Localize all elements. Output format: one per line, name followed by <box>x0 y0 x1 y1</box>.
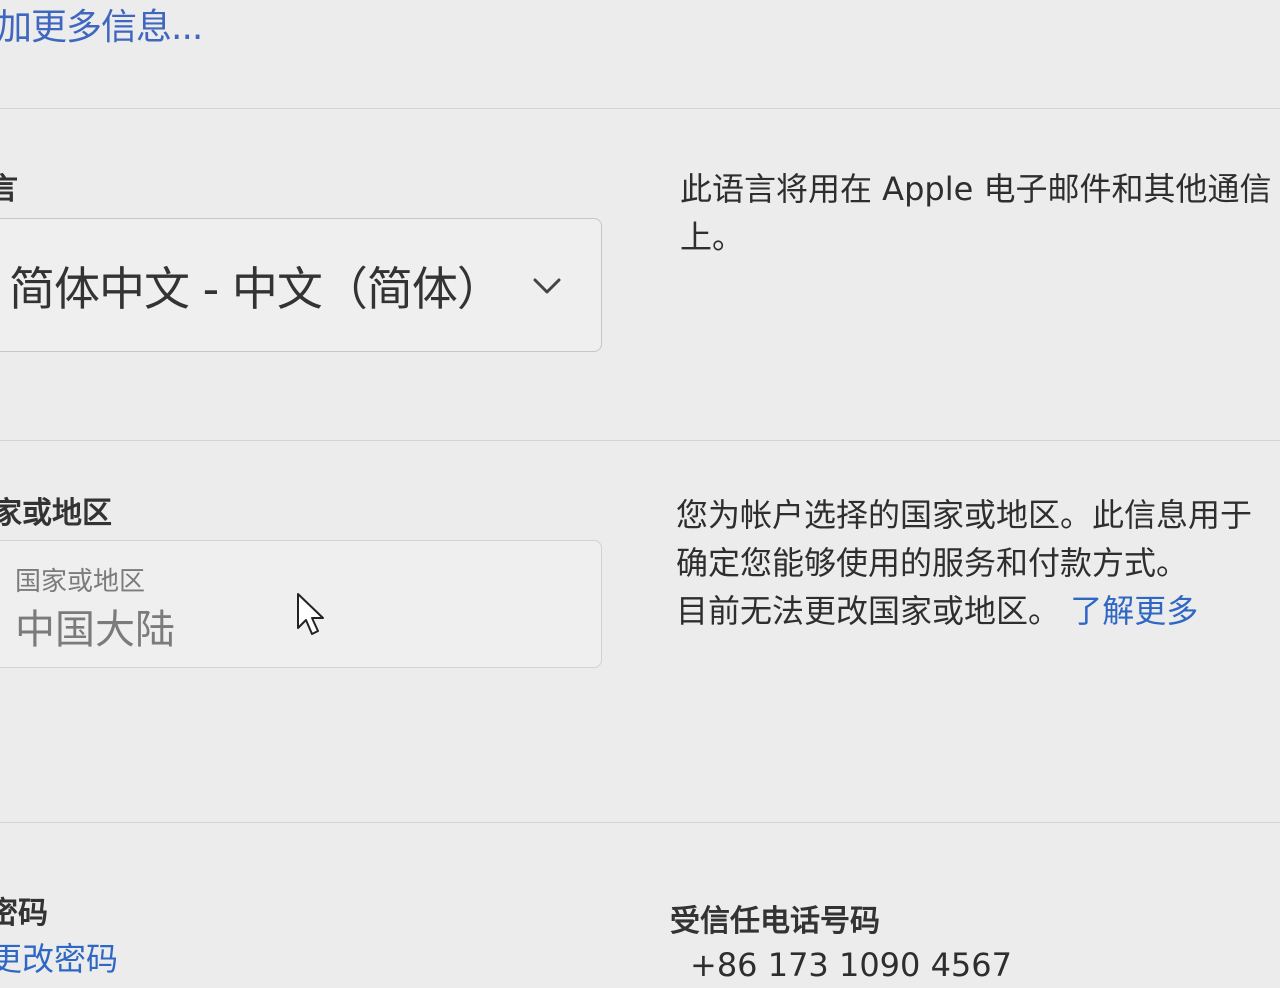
chevron-down-icon <box>533 278 561 294</box>
region-field-value: 中国大陆 <box>15 607 175 653</box>
learn-more-link[interactable]: 了解更多 <box>1070 592 1198 630</box>
language-select-value: 简体中文 - 中文（简体） <box>9 262 503 316</box>
password-label: 密码 <box>0 896 48 931</box>
language-label: 言 <box>0 172 18 207</box>
region-description-line3: 目前无法更改国家或地区。 <box>676 592 1061 630</box>
language-description-line1: 此语言将用在 Apple 电子邮件和其他通信 <box>680 170 1272 208</box>
region-description-line1: 您为帐户选择的国家或地区。此信息用于 <box>676 496 1253 534</box>
change-password-link[interactable]: 更改密码 <box>0 936 118 982</box>
region-description-line2: 确定您能够使用的服务和付款方式。 <box>676 544 1189 582</box>
mouse-cursor-icon <box>297 593 324 635</box>
language-select[interactable]: 简体中文 - 中文（简体） <box>0 218 602 352</box>
section-divider-top <box>0 108 1280 109</box>
section-divider-password <box>0 822 1280 823</box>
region-field-caption: 国家或地区 <box>15 567 146 597</box>
trusted-phone-label: 受信任电话号码 <box>670 904 880 939</box>
region-label: 家或地区 <box>0 496 112 531</box>
more-info-link[interactable]: 加更多信息... <box>0 0 203 50</box>
trusted-phone-value: +86 173 1090 4567 <box>690 946 1012 984</box>
section-divider-region <box>0 440 1280 441</box>
region-description-line3-row: 目前无法更改国家或地区。 了解更多 <box>676 588 1198 634</box>
language-description-line2: 上。 <box>680 218 745 256</box>
